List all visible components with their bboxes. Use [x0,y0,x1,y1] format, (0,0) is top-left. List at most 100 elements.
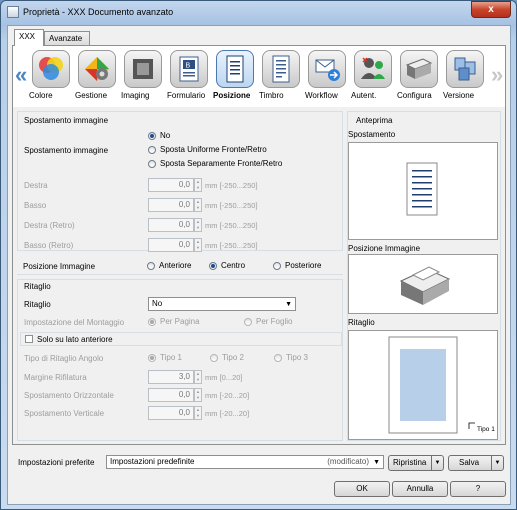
corner-type3-label: Tipo 3 [286,353,308,362]
favorites-select-value: Impostazioni predefinite [110,457,195,466]
layout-per-sheet-label: Per Foglio [256,317,293,326]
trimming-select-value: No [152,299,163,308]
ok-button[interactable]: OK [334,481,390,497]
trim-margin-input[interactable]: 3,0 [148,370,194,384]
shift-uniform-radio[interactable] [148,146,156,154]
workflow-icon [308,50,346,88]
trimming-select[interactable]: No ▼ [148,297,296,311]
ribbon-left-arrow-icon[interactable]: « [15,62,27,88]
ribbon-item-posizione[interactable]: Posizione [213,50,257,106]
image-position-row: Posizione Immagine Anteriore Centro Post… [17,257,343,275]
corner-type2-radio[interactable] [210,354,218,362]
preview-shift-label: Spostamento [348,130,396,139]
trim-vertical-stepper[interactable]: ▲ ▼ [194,406,202,420]
help-button[interactable]: ? [450,481,506,497]
shift-bottom-back-stepper[interactable]: ▲ ▼ [194,238,202,252]
shift-no-label: No [160,131,171,140]
corner-type-label: Tipo di Ritaglio Angolo [24,354,104,363]
preview-panel: Anteprima Spostamento Posizione Immagine… [347,111,501,441]
ribbon-item-label: Colore [29,91,53,100]
image-shift-group: Spostamento immagine Spostamento immagin… [17,111,343,252]
ribbon-item-workflow[interactable]: Workflow [305,50,349,106]
trim-preview: Tipo 1 [348,330,498,440]
position-preview [348,254,498,314]
ribbon-item-gestione[interactable]: Gestione [75,50,119,106]
trim-vertical-label: Spostamento Verticale [24,409,105,418]
shift-bottom-input[interactable]: 0,0 [148,198,194,212]
save-button[interactable]: Salva ▼ [448,455,504,471]
corner-type2-label: Tipo 2 [222,353,244,362]
tab-avanzate[interactable]: Avanzate [44,31,90,45]
front-only-checkbox[interactable] [25,335,33,343]
cancel-button[interactable]: Annulla [392,481,448,497]
save-dropdown-icon[interactable]: ▼ [491,456,503,470]
chevron-down-icon[interactable]: ▼ [373,457,380,469]
color-icon [32,50,70,88]
layout-per-sheet-radio[interactable] [244,318,252,326]
position-icon [216,50,254,88]
tab-xxx[interactable]: XXX [14,29,44,46]
shift-preview [348,142,498,240]
ribbon-item-versione[interactable]: Versione [443,50,487,106]
ribbon-right-arrow-icon[interactable]: » [491,62,503,88]
shift-right-unit: mm [-250...250] [205,181,258,190]
configure-icon [400,50,438,88]
front-only-row: Solo su lato anteriore [20,332,342,346]
ribbon-item-colore[interactable]: Colore [29,50,73,106]
restore-dropdown-icon[interactable]: ▼ [431,456,443,470]
shift-uniform-label: Sposta Uniforme Fronte/Retro [160,145,267,154]
ribbon-item-label: Timbro [259,91,284,100]
preview-trim-label: Ritaglio [348,318,375,327]
shift-no-radio[interactable] [148,132,156,140]
shift-bottom-back-unit: mm [-250...250] [205,241,258,250]
shift-right-back-input[interactable]: 0,0 [148,218,194,232]
restore-button[interactable]: Ripristina ▼ [388,455,444,471]
trim-horizontal-input[interactable]: 0,0 [148,388,194,402]
layout-label: Impostazione del Montaggio [24,318,125,327]
position-center-radio[interactable] [209,262,217,270]
trim-vertical-input[interactable]: 0,0 [148,406,194,420]
settings-left-column: Spostamento immagine Spostamento immagin… [17,111,343,441]
favorites-select[interactable]: Impostazioni predefinite (modificato) ▼ [106,455,384,469]
shift-bottom-stepper[interactable]: ▲ ▼ [194,198,202,212]
settings-panel: Spostamento immagine Spostamento immagin… [13,107,505,444]
trim-margin-stepper[interactable]: ▲ ▼ [194,370,202,384]
ribbon-item-label: Workflow [305,91,338,100]
ribbon-item-imaging[interactable]: Imaging [121,50,165,106]
save-button-label: Salva [459,458,480,467]
corner-type1-radio[interactable] [148,354,156,362]
ribbon-item-formulario[interactable]: B Formulario [167,50,211,106]
ribbon-item-label: Posizione [213,91,251,100]
position-front-radio[interactable] [147,262,155,270]
ribbon-item-configura[interactable]: Configura [397,50,441,106]
preview-title: Anteprima [356,116,393,125]
shift-right-input[interactable]: 0,0 [148,178,194,192]
title-bar[interactable]: Proprietà - XXX Documento avanzato x [1,1,516,25]
position-back-radio[interactable] [273,262,281,270]
image-position-label: Posizione Immagine [23,262,96,271]
corner-type3-radio[interactable] [274,354,282,362]
trim-vertical-unit: mm [-20...20] [205,409,250,418]
preview-position-label: Posizione Immagine [348,244,421,253]
stamp-icon [262,50,300,88]
ribbon-item-timbro[interactable]: Timbro [259,50,303,106]
feature-ribbon: « » Colore Gestione Imaging B Formulario… [13,46,505,106]
dialog-window: Proprietà - XXX Documento avanzato x XXX… [0,0,517,510]
trim-horizontal-stepper[interactable]: ▲ ▼ [194,388,202,402]
shift-bottom-back-input[interactable]: 0,0 [148,238,194,252]
ribbon-item-autent[interactable]: Autent. [351,50,395,106]
window-title: Proprietà - XXX Documento avanzato [23,7,174,17]
trim-margin-unit: mm [0...20] [205,373,243,382]
shift-separate-radio[interactable] [148,160,156,168]
ribbon-item-label: Imaging [121,91,150,100]
chevron-down-icon[interactable]: ▼ [285,299,292,311]
layout-per-page-radio[interactable] [148,318,156,326]
shift-bottom-label: Basso [24,201,47,210]
shift-right-back-stepper[interactable]: ▲ ▼ [194,218,202,232]
shift-right-stepper[interactable]: ▲ ▼ [194,178,202,192]
close-button[interactable]: x [471,1,511,18]
favorites-modified: (modificato) [327,457,369,466]
dialog-footer: Impostazioni preferite Impostazioni pred… [8,454,510,504]
shift-bottom-back-label: Basso (Retro) [24,241,74,250]
image-shift-section-title: Spostamento immagine [24,116,109,125]
